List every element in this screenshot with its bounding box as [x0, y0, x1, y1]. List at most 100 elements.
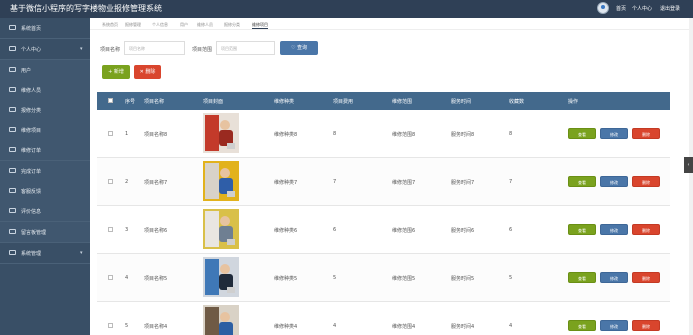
- table-row: 1 项目名称8 维修种类8 8 维修范围8 服务时间8 8 查看 修改 删除: [97, 110, 670, 158]
- app-title: 基于微信小程序的写字楼物业报修管理系统: [10, 4, 162, 13]
- sidebar-item[interactable]: 维修人员: [0, 80, 90, 100]
- view-button[interactable]: 查看: [568, 272, 596, 283]
- cell-range: 维修范围5: [392, 276, 416, 282]
- nav-home-link[interactable]: 首页: [616, 5, 626, 12]
- select-all-checkbox[interactable]: [108, 98, 113, 103]
- cell-range: 维修范围4: [392, 324, 416, 330]
- tab-repair[interactable]: 报修管理: [125, 22, 141, 28]
- cell-time: 服务时间7: [451, 180, 475, 186]
- sidebar-item-label: 系统首页: [21, 26, 42, 32]
- list-icon: [9, 188, 16, 193]
- cell-range: 维修范围6: [392, 228, 416, 234]
- tab-info[interactable]: 个人信息: [152, 22, 168, 28]
- sidebar-item-label: 维修项目: [21, 128, 42, 134]
- x-icon: ✕: [139, 69, 144, 75]
- cover-picture: [203, 113, 239, 153]
- sidebar-item[interactable]: 维修订单: [0, 140, 90, 160]
- row-checkbox[interactable]: [108, 323, 113, 328]
- view-button[interactable]: 查看: [568, 320, 596, 331]
- edit-button[interactable]: 修改: [600, 224, 628, 235]
- settings-icon: [9, 250, 16, 255]
- cell-kind: 维修种类6: [274, 228, 298, 234]
- sidebar-item[interactable]: 个人中心 ▾: [0, 39, 90, 59]
- cell-fee: 8: [333, 131, 337, 137]
- th-time: 服务时间: [451, 99, 472, 105]
- sidebar-item-label: 完成订单: [21, 169, 42, 175]
- add-button[interactable]: + 新增: [102, 65, 130, 79]
- cell-name: 项目名称6: [144, 228, 168, 234]
- delete-row-button[interactable]: 删除: [632, 176, 660, 187]
- list-icon: [9, 107, 16, 112]
- table-header: 序号 项目名称 项目封面 维修种类 项目费用 维修范围 服务时间 收藏数 操作: [97, 92, 670, 110]
- cell-index: 5: [125, 323, 129, 329]
- search-button-label: 查询: [297, 45, 308, 51]
- row-checkbox[interactable]: [108, 131, 113, 136]
- project-cover-image: [203, 257, 239, 297]
- cell-name: 项目名称4: [144, 324, 168, 330]
- edit-button[interactable]: 修改: [600, 176, 628, 187]
- sidebar-item-label: 个人中心: [21, 47, 42, 53]
- search-button[interactable]: ♡ 查询: [280, 41, 318, 55]
- list-icon: [9, 208, 16, 213]
- tab-project[interactable]: 维修项目: [252, 22, 268, 29]
- cell-range: 维修范围7: [392, 180, 416, 186]
- cell-index: 1: [125, 131, 129, 137]
- tab-home[interactable]: 系统首页: [102, 22, 118, 28]
- cover-picture: [203, 257, 239, 297]
- chevron-down-icon: ▾: [80, 250, 83, 256]
- list-icon: [9, 147, 16, 152]
- cell-fav: 4: [509, 323, 513, 329]
- sidebar-item-label: 系统管理: [21, 251, 42, 257]
- delete-row-button[interactable]: 删除: [632, 320, 660, 331]
- delete-row-button[interactable]: 删除: [632, 224, 660, 235]
- avatar[interactable]: [597, 2, 609, 14]
- cell-index: 2: [125, 179, 129, 185]
- project-name-input[interactable]: 项目名称: [124, 41, 185, 55]
- cell-fav: 8: [509, 131, 513, 137]
- row-checkbox[interactable]: [108, 275, 113, 280]
- sidebar-divider: [0, 263, 90, 264]
- row-checkbox[interactable]: [108, 227, 113, 232]
- edit-button[interactable]: 修改: [600, 128, 628, 139]
- sidebar-item[interactable]: 维修项目: [0, 120, 90, 140]
- scrollbar[interactable]: [689, 18, 693, 335]
- tab-user[interactable]: 用户: [180, 22, 188, 28]
- sidebar-item[interactable]: 系统管理 ▾: [0, 243, 90, 263]
- sidebar-item[interactable]: 完成订单: [0, 161, 90, 181]
- row-checkbox[interactable]: [108, 179, 113, 184]
- sidebar-item-label: 维修订单: [21, 148, 42, 154]
- chevron-left-icon[interactable]: ‹: [684, 157, 693, 173]
- cover-picture: [203, 209, 239, 249]
- delete-button[interactable]: ✕ 删除: [134, 65, 161, 79]
- view-button[interactable]: 查看: [568, 128, 596, 139]
- tab-category[interactable]: 报修分类: [224, 22, 240, 28]
- list-icon: [9, 87, 16, 92]
- sidebar-item[interactable]: 系统首页: [0, 18, 90, 38]
- top-bar: 基于微信小程序的写字楼物业报修管理系统 首页 个人中心 退出登录: [0, 0, 693, 18]
- edit-button[interactable]: 修改: [600, 272, 628, 283]
- edit-button[interactable]: 修改: [600, 320, 628, 331]
- heart-icon: ♡: [290, 45, 296, 51]
- delete-row-button[interactable]: 删除: [632, 128, 660, 139]
- th-range: 维修范围: [392, 99, 413, 105]
- cell-time: 服务时间4: [451, 324, 475, 330]
- sidebar-item[interactable]: 报修分类: [0, 100, 90, 120]
- nav-profile-link[interactable]: 个人中心: [632, 5, 652, 12]
- sidebar-item-label: 用户: [21, 68, 32, 74]
- nav-logout-link[interactable]: 退出登录: [660, 5, 680, 12]
- tab-bar: 系统首页 报修管理 个人信息 用户 维修人员 报修分类 维修项目: [90, 18, 693, 30]
- cell-name: 项目名称5: [144, 276, 168, 282]
- sidebar-item[interactable]: 客服反馈: [0, 181, 90, 201]
- delete-row-button[interactable]: 删除: [632, 272, 660, 283]
- view-button[interactable]: 查看: [568, 176, 596, 187]
- tab-staff[interactable]: 维修人员: [197, 22, 213, 28]
- sidebar-item[interactable]: 留言板管理: [0, 222, 90, 242]
- sidebar-item[interactable]: 评价信息: [0, 201, 90, 221]
- cell-index: 3: [125, 227, 129, 233]
- project-range-input[interactable]: 项目范围: [216, 41, 275, 55]
- th-index: 序号: [125, 99, 136, 105]
- view-button[interactable]: 查看: [568, 224, 596, 235]
- th-kind: 维修种类: [274, 99, 295, 105]
- sidebar-item-label: 留言板管理: [21, 230, 47, 236]
- sidebar-item[interactable]: 用户: [0, 60, 90, 80]
